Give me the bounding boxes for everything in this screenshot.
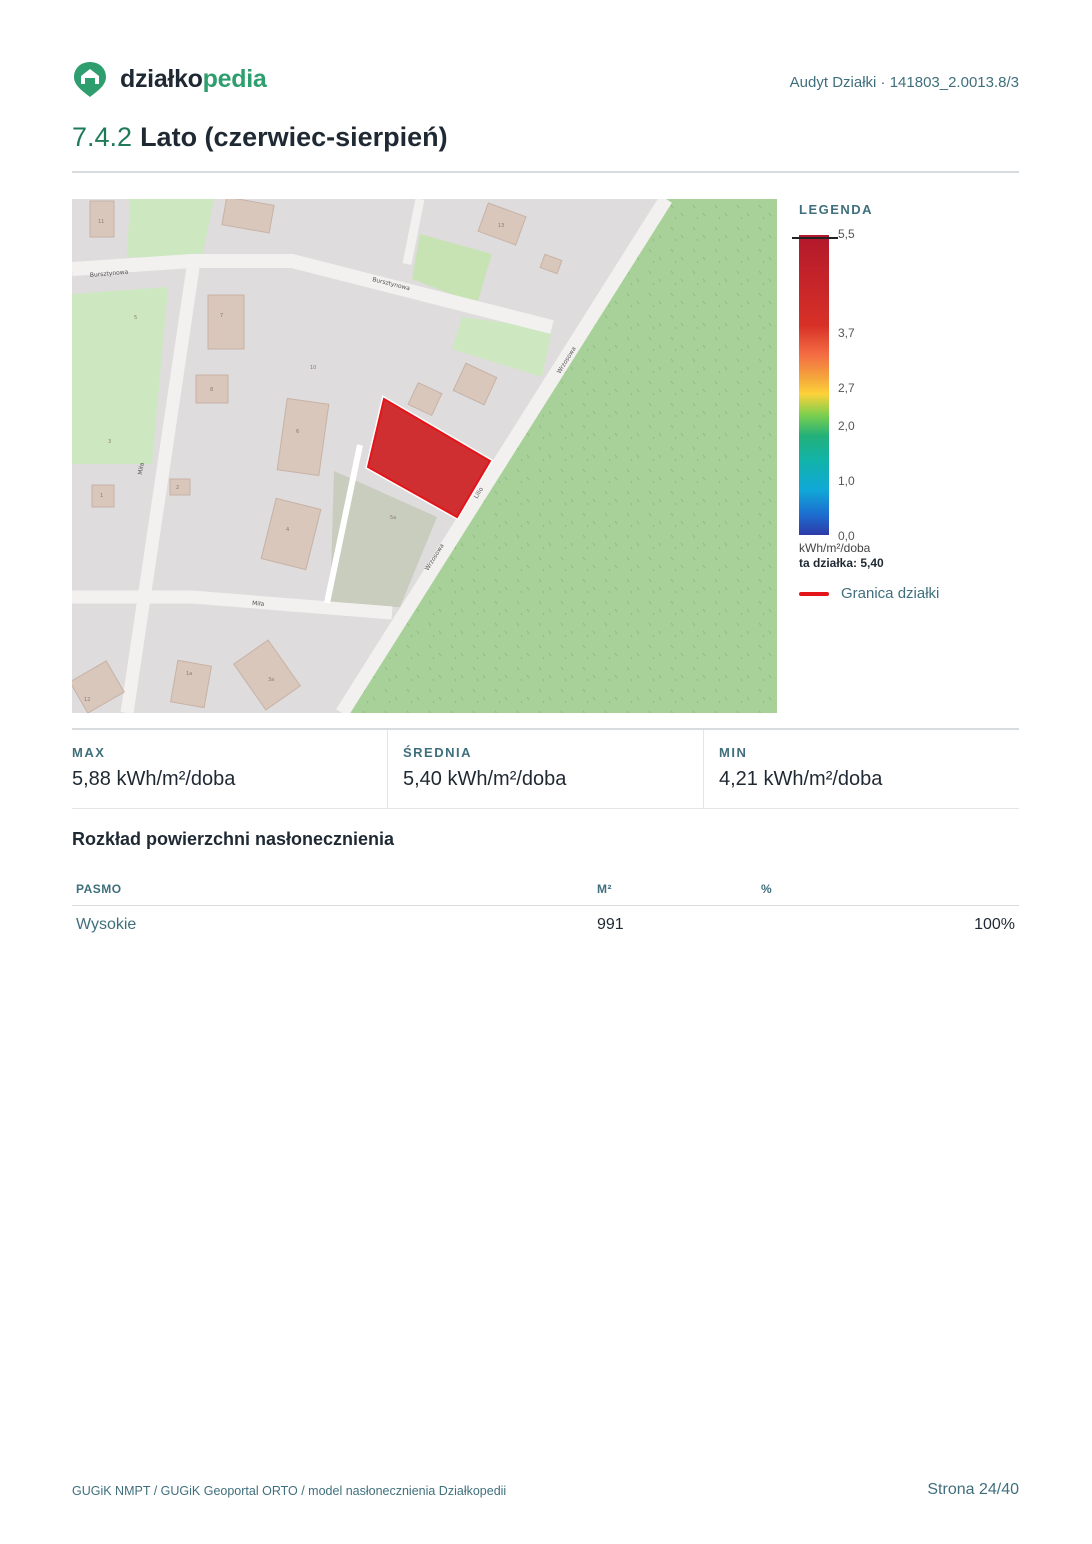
stat-max-label: MAX [72, 745, 106, 760]
insolation-map[interactable]: Bursztynowa Bursztynowa Wrzosowa Wrzosow… [72, 199, 777, 713]
green-area [127, 199, 214, 257]
house-number: 5a [390, 515, 396, 521]
stat-average: ŚREDNIA 5,40 kWh/m²/doba [387, 730, 703, 808]
house-number: 5 [134, 315, 137, 321]
boundary-label: Granica działki [841, 585, 940, 602]
stat-min-value: 4,21 kWh/m²/doba [719, 768, 883, 790]
house-number: 11 [98, 219, 104, 225]
green-area [72, 287, 168, 464]
scale-tick: 2,0 [838, 419, 855, 433]
house-number: 13 [498, 223, 504, 229]
footer-source: GUGiK NMPT / GUGiK Geoportal ORTO / mode… [72, 1484, 507, 1498]
page-header: działkopedia Audyt Działki · 141803_2.00… [72, 60, 1019, 100]
street-label: Miła [252, 600, 265, 608]
legend-title: LEGENDA [799, 202, 874, 217]
house-number: 12 [84, 697, 90, 703]
brand-name: działkopedia [120, 64, 267, 94]
house-number: 1 [100, 493, 103, 499]
cell-area: 991 [597, 916, 624, 933]
brand-logo[interactable]: działkopedia [72, 60, 267, 98]
house-number: 3a [268, 677, 274, 683]
stat-average-label: ŚREDNIA [403, 745, 473, 760]
section-title: 7.4.2 Lato (czerwiec-sierpień) [72, 122, 448, 153]
house-number: 8 [210, 387, 213, 393]
map-legend: LEGENDA 5,5 3,7 2,7 2,0 1,0 0,0 kWh/m²/d… [792, 199, 1019, 619]
boundary-swatch [799, 592, 829, 596]
stat-average-value: 5,40 kWh/m²/doba [403, 768, 567, 790]
this-plot-value: ta działka: 5,40 [799, 556, 884, 570]
map-canvas: Bursztynowa Bursztynowa Wrzosowa Wrzosow… [72, 199, 777, 713]
stat-max: MAX 5,88 kWh/m²/doba [72, 730, 387, 808]
scale-tick: 5,5 [838, 227, 855, 241]
column-header-percent: % [761, 882, 773, 896]
stat-min: MIN 4,21 kWh/m²/doba [703, 730, 1020, 808]
house-number: 4 [286, 527, 289, 533]
cell-band: Wysokie [76, 916, 137, 933]
section-title-text: Lato (czerwiec-sierpień) [140, 122, 448, 152]
stat-min-label: MIN [719, 745, 748, 760]
house-number: 6 [296, 429, 299, 435]
audit-reference: Audyt Działki · 141803_2.0013.8/3 [789, 74, 1019, 91]
title-divider [72, 171, 1019, 173]
house-number: 3 [108, 439, 111, 445]
distribution-title: Rozkład powierzchni nasłonecznienia [72, 829, 395, 849]
stat-max-value: 5,88 kWh/m²/doba [72, 768, 236, 790]
house-number: 1a [186, 671, 192, 677]
scale-tick: 3,7 [838, 326, 855, 340]
this-plot-marker [792, 237, 838, 239]
color-scale-bar [799, 235, 829, 535]
column-header-area: M² [597, 882, 612, 896]
cell-percent: 100% [974, 916, 1015, 933]
house-number: 2 [176, 485, 179, 491]
section-number: 7.4.2 [72, 122, 133, 152]
house-number: 7 [220, 313, 223, 319]
column-header-band: PASMO [76, 882, 122, 896]
scale-tick: 2,7 [838, 381, 855, 395]
house-number: 10 [310, 365, 316, 371]
brand-name-dark: działko [120, 64, 203, 93]
stats-row: MAX 5,88 kWh/m²/doba ŚREDNIA 5,40 kWh/m²… [72, 730, 1019, 809]
legend-unit: kWh/m²/doba [799, 541, 871, 555]
table-header-divider [72, 905, 1019, 906]
page-number: Strona 24/40 [927, 1481, 1019, 1498]
scale-tick: 1,0 [838, 474, 855, 488]
brand-name-green: pedia [202, 64, 267, 93]
map-pin-logo-icon [74, 62, 106, 97]
